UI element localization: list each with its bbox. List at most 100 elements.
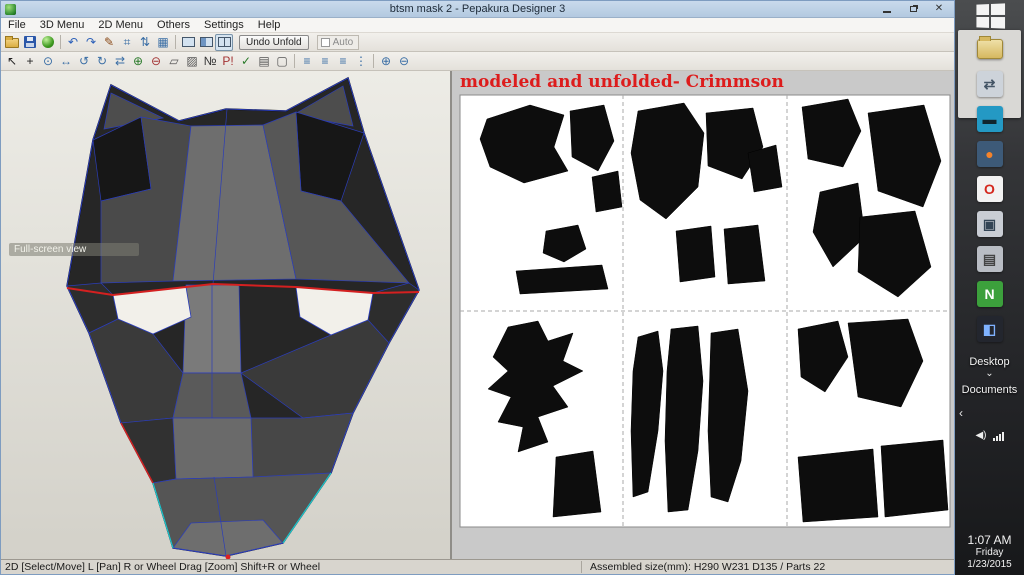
join-edge-icon[interactable]: ⊕ — [129, 53, 147, 70]
clock-date: 1/23/2015 — [967, 559, 1012, 570]
utility-app-icon[interactable]: ◧ — [976, 316, 1003, 342]
minimize-button[interactable] — [874, 1, 900, 17]
clock-time: 1:07 AM — [967, 533, 1012, 547]
align-center-icon[interactable]: ≡ — [316, 53, 334, 70]
auto-checkbox-label: Auto — [332, 36, 354, 48]
annotation-text: modeled and unfolded- Crimmson — [460, 72, 784, 92]
align-right-icon[interactable]: ≡ — [334, 53, 352, 70]
select-icon[interactable]: ↖ — [3, 53, 21, 70]
print-icon[interactable]: ▤ — [255, 53, 273, 70]
toolbar-main: ↶ ↷ ✎ ⌗ ⇅ ▦ Undo Unfold Auto — [1, 33, 954, 52]
pattern-piece[interactable] — [552, 450, 602, 518]
flip-part-icon[interactable]: ⇄ — [111, 53, 129, 70]
view-split-icon[interactable] — [215, 33, 233, 51]
menu-3d-menu[interactable]: 3D Menu — [33, 18, 92, 33]
restore-icon — [909, 6, 917, 12]
edge-color-icon[interactable]: ▨ — [183, 53, 201, 70]
pattern-piece[interactable] — [675, 225, 716, 283]
documents-label[interactable]: Documents — [962, 384, 1018, 396]
open-folder-icon[interactable] — [3, 34, 21, 51]
undo-unfold-button[interactable]: Undo Unfold — [239, 34, 309, 50]
updown-icon[interactable]: ⇅ — [136, 34, 154, 51]
toolbar-2d-icons: ↖ + ⊙ ↔ ↺ ↻ ⇄ ⊕ ⊖ ▱ ▨ № P! ✓ ▤ ▢ ≡ ≡ ≡ ⋮ ⊕ ⊖ — [3, 53, 413, 70]
toolbar-separator — [175, 35, 176, 49]
desktop-label[interactable]: Desktop — [969, 356, 1009, 368]
align-left-icon[interactable]: ≡ — [298, 53, 316, 70]
pattern-piece[interactable] — [880, 439, 949, 518]
view-3d-only-icon[interactable] — [179, 34, 197, 51]
flap-icon[interactable]: ▱ — [165, 53, 183, 70]
pepakura-window: btsm mask 2 - Pepakura Designer 3 ✕ File… — [0, 0, 955, 575]
viewport-tooltip: Full-screen view — [9, 243, 139, 256]
pattern-piece[interactable] — [747, 144, 783, 193]
zoom-out-icon[interactable]: ⊖ — [395, 53, 413, 70]
sheet-icon[interactable]: ▢ — [273, 53, 291, 70]
toolbar-separator — [373, 54, 374, 68]
edge-number-icon[interactable]: № — [201, 53, 219, 70]
pattern-piece[interactable] — [797, 448, 879, 523]
menu-file[interactable]: File — [1, 18, 33, 33]
pan-icon[interactable]: + — [21, 53, 39, 70]
network-share-icon[interactable]: ⇄ — [976, 71, 1003, 97]
split-edge-icon[interactable]: ⊖ — [147, 53, 165, 70]
parts-check-icon[interactable]: P! — [219, 53, 237, 70]
restore-button[interactable] — [900, 1, 926, 17]
status-mode-text: 2D [Select/Move] L [Pan] R or Wheel Drag… — [5, 561, 321, 573]
menu-help[interactable]: Help — [251, 18, 288, 33]
screen: btsm mask 2 - Pepakura Designer 3 ✕ File… — [0, 0, 1024, 575]
notes-app-icon[interactable]: N — [976, 281, 1003, 307]
toolbar-separator — [294, 54, 295, 68]
menu-others[interactable]: Others — [150, 18, 197, 33]
pen-icon[interactable]: ✎ — [100, 34, 118, 51]
zoom-in-icon[interactable]: ⊕ — [377, 53, 395, 70]
chevron-left-icon[interactable]: ‹ — [959, 406, 963, 420]
windows-logo-icon[interactable] — [975, 3, 1005, 29]
viewport-3d[interactable]: Full-screen view — [1, 71, 452, 560]
rotate-ccw-icon[interactable]: ↺ — [75, 53, 93, 70]
3d-model-mask — [66, 76, 420, 560]
redo-icon[interactable]: ↷ — [82, 34, 100, 51]
blender-icon[interactable]: ● — [976, 141, 1003, 167]
auto-checkbox[interactable]: Auto — [316, 34, 360, 50]
tray-icons: ◀) — [975, 430, 1004, 441]
pattern-piece[interactable] — [591, 170, 623, 213]
status-size-text: Assembled size(mm): H290 W231 D135 / Par… — [581, 561, 825, 573]
printer-icon[interactable]: ▤ — [976, 246, 1003, 272]
auto-checkbox-box[interactable] — [320, 37, 330, 47]
toolbar-separator — [60, 35, 61, 49]
menu-2d-menu[interactable]: 2D Menu — [91, 18, 150, 33]
toolbar-2d: ↖ + ⊙ ↔ ↺ ↻ ⇄ ⊕ ⊖ ▱ ▨ № P! ✓ ▤ ▢ ≡ ≡ ≡ ⋮ ⊕ ⊖ — [1, 52, 954, 71]
rotate-cw-icon[interactable]: ↻ — [93, 53, 111, 70]
clock: 1:07 AM Friday 1/23/2015 — [967, 533, 1012, 571]
statusbar: 2D [Select/Move] L [Pan] R or Wheel Drag… — [1, 559, 954, 574]
move-part-icon[interactable]: ↔ — [57, 53, 75, 70]
view-2d-only-icon[interactable] — [197, 34, 215, 51]
opera-icon[interactable]: O — [976, 176, 1003, 202]
menu-settings[interactable]: Settings — [197, 18, 251, 33]
toolbar-main-icons: ↶ ↷ ✎ ⌗ ⇅ ▦ — [3, 33, 233, 51]
network-signal-icon[interactable] — [992, 432, 1004, 441]
chevron-down-icon[interactable]: ⌄ — [985, 369, 993, 379]
close-icon: ✕ — [934, 3, 944, 14]
validate-icon[interactable]: ✓ — [237, 53, 255, 70]
pattern-piece[interactable] — [723, 224, 766, 285]
distribute-icon[interactable]: ⋮ — [352, 53, 370, 70]
volume-icon[interactable]: ◀) — [975, 430, 986, 441]
table-icon[interactable]: ▦ — [154, 34, 172, 51]
desktop-icon-list: ⇄ ▬ ● O ▣ ▤ N ◧ — [976, 36, 1003, 342]
viewport-2d[interactable]: modeled and unfolded- Crimmson — [452, 71, 954, 559]
titlebar[interactable]: btsm mask 2 - Pepakura Designer 3 ✕ — [1, 1, 954, 18]
desktop-strip: ⇄ ▬ ● O ▣ ▤ N ◧ Desktop ⌄ Documents ‹ ◀) 1:07 A… — [955, 0, 1024, 575]
chat-app-icon[interactable]: ▬ — [976, 106, 1003, 132]
save-icon[interactable] — [21, 34, 39, 51]
minimize-icon — [883, 10, 891, 13]
measure-icon[interactable]: ⌗ — [118, 34, 136, 51]
undo-icon[interactable]: ↶ — [64, 34, 82, 51]
close-button[interactable]: ✕ — [926, 1, 952, 17]
menubar: File 3D Menu 2D Menu Others Settings Help — [1, 18, 954, 33]
folder-icon[interactable] — [976, 36, 1003, 59]
texture-view-icon[interactable] — [39, 34, 57, 51]
computer-icon[interactable]: ▣ — [976, 211, 1003, 237]
pattern-page-svg — [459, 94, 951, 528]
zoom-icon[interactable]: ⊙ — [39, 53, 57, 70]
